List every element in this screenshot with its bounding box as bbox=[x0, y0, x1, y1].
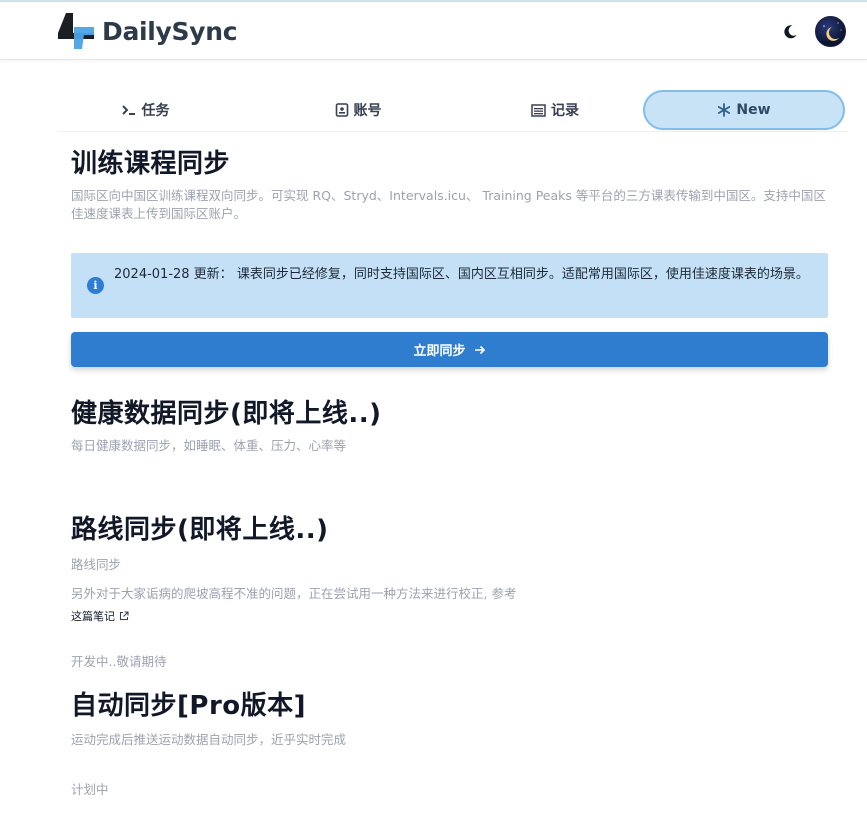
tab-label: 任务 bbox=[141, 103, 170, 119]
training-description: 国际区向中国区训练课程双向同步。可实现 RQ、Stryd、Intervals.i… bbox=[71, 188, 826, 221]
brand-logo[interactable]: DailySync bbox=[56, 11, 238, 51]
route-subtitle: 路线同步 bbox=[71, 557, 122, 572]
top-header: DailySync bbox=[0, 2, 867, 60]
health-title: 健康数据同步(即将上线..) bbox=[71, 399, 382, 429]
auto-section: 自动同步[Pro版本] 运动完成后推送运动数据自动同步，近乎实时完成 计划中 bbox=[71, 690, 831, 798]
snowflake-icon bbox=[717, 103, 731, 117]
auto-description: 运动完成后推送运动数据自动同步，近乎实时完成 bbox=[71, 732, 347, 747]
training-section: 训练课程同步 国际区向中国区训练课程双向同步。可实现 RQ、Stryd、Inte… bbox=[71, 148, 831, 223]
arrow-right-icon bbox=[474, 345, 485, 354]
health-section: 健康数据同步(即将上线..) 每日健康数据同步，如睡眠、体重、压力、心率等 bbox=[71, 398, 831, 455]
info-icon: i bbox=[87, 277, 104, 294]
sync-now-button[interactable]: 立即同步 bbox=[71, 332, 828, 367]
tab-tasks[interactable]: 任务 bbox=[100, 90, 190, 130]
main-tabs: 任务 账号 记录 New bbox=[58, 86, 848, 132]
moon-icon bbox=[784, 25, 797, 39]
notes-link[interactable]: 这篇笔记 bbox=[71, 608, 129, 624]
training-title: 训练课程同步 bbox=[71, 149, 231, 179]
route-section: 路线同步(即将上线..) 路线同步 另外对于大家诟病的爬坡高程不准的问题，正在尝… bbox=[71, 514, 831, 670]
route-status: 开发中..敬请期待 bbox=[71, 654, 167, 669]
terminal-icon bbox=[121, 103, 137, 117]
tab-label: 账号 bbox=[353, 103, 382, 119]
avatar-moon-icon bbox=[816, 22, 845, 46]
user-avatar[interactable] bbox=[815, 16, 846, 47]
update-notice-text: 2024-01-28 更新： 课表同步已经修复，同时支持国际区、国内区互相同步。… bbox=[114, 267, 809, 282]
route-title: 路线同步(即将上线..) bbox=[71, 515, 329, 545]
tab-records[interactable]: 记录 bbox=[510, 90, 600, 130]
health-description: 每日健康数据同步，如睡眠、体重、压力、心率等 bbox=[71, 438, 347, 453]
external-link-icon bbox=[119, 611, 129, 621]
sync-now-label: 立即同步 bbox=[413, 344, 466, 359]
list-icon bbox=[531, 103, 546, 117]
auto-title: 自动同步[Pro版本] bbox=[71, 691, 307, 721]
tab-new[interactable]: New bbox=[643, 90, 845, 130]
update-notice: i 2024-01-28 更新： 课表同步已经修复，同时支持国际区、国内区互相同… bbox=[71, 253, 828, 318]
id-card-icon bbox=[335, 103, 349, 117]
tab-label: New bbox=[736, 102, 771, 118]
auto-status: 计划中 bbox=[71, 782, 109, 797]
theme-toggle-button[interactable] bbox=[778, 20, 802, 44]
route-description: 另外对于大家诟病的爬坡高程不准的问题，正在尝试用一种方法来进行校正, 参考 bbox=[71, 586, 517, 601]
tab-label: 记录 bbox=[551, 103, 579, 119]
notes-link-label: 这篇笔记 bbox=[71, 610, 115, 623]
tab-account[interactable]: 账号 bbox=[313, 90, 403, 130]
brand-name: DailySync bbox=[102, 16, 238, 46]
dailysync-logo-icon bbox=[58, 13, 94, 49]
